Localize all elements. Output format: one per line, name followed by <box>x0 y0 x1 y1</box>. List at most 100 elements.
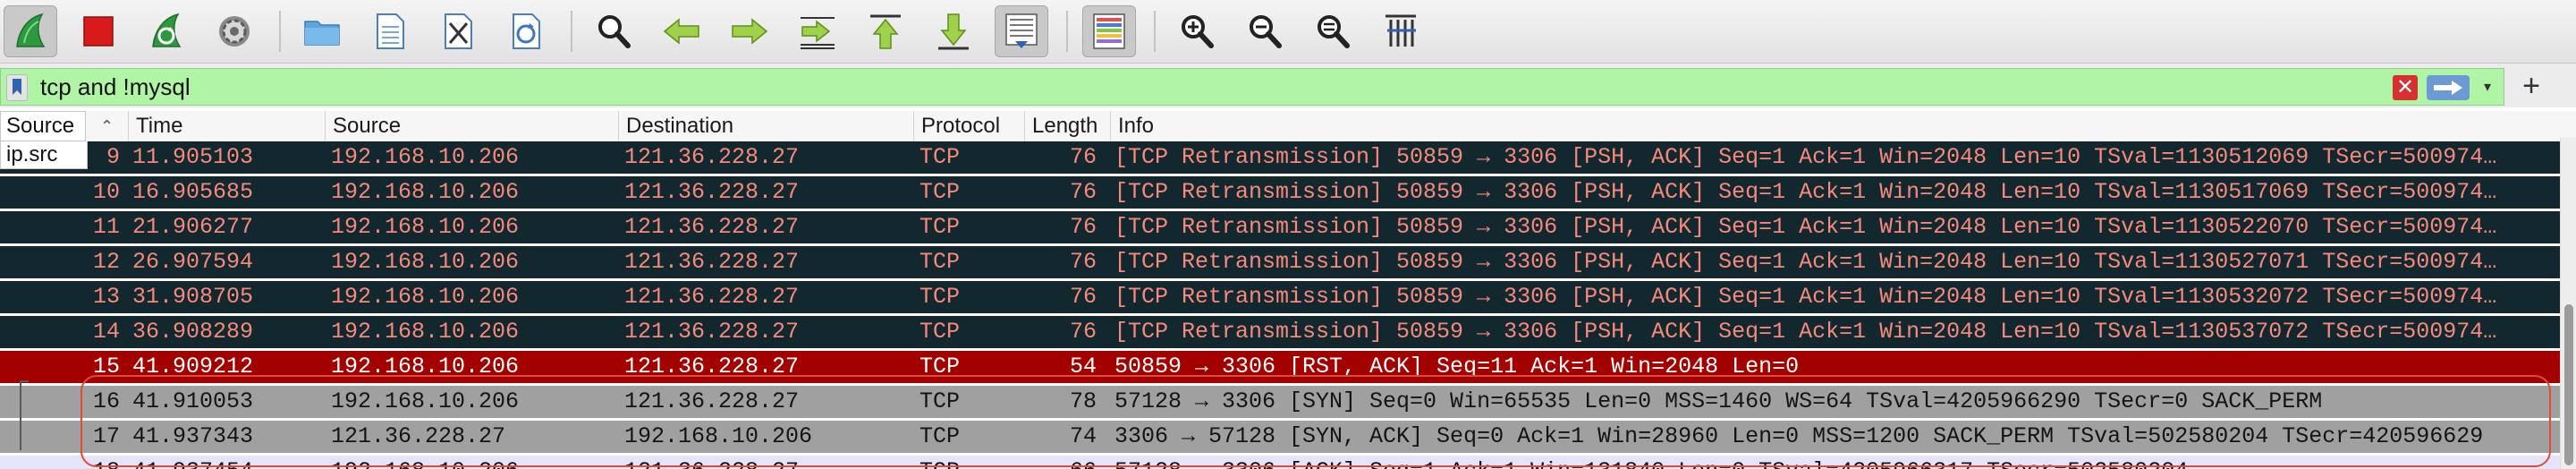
close-file-button[interactable] <box>431 5 485 57</box>
packet-source: 121.36.228.27 <box>331 423 506 449</box>
packet-list: ⌃ Time Source Destination Protocol Lengt… <box>0 107 2576 469</box>
packet-protocol: TCP <box>919 354 961 379</box>
source-tooltip-label: Source <box>6 114 75 138</box>
packet-number: 12 <box>92 249 120 275</box>
packet-protocol: TCP <box>919 214 961 240</box>
save-file-button[interactable] <box>363 5 417 57</box>
find-packet-icon <box>598 15 631 48</box>
close-file-icon <box>445 13 472 49</box>
packet-info: 50859 → 3306 [RST, ACK] Seq=11 Ack=1 Win… <box>1114 354 1800 379</box>
zoom-out-button[interactable] <box>1238 5 1292 57</box>
packet-time: 11.905103 <box>132 144 254 170</box>
packet-source: 192.168.10.206 <box>331 144 520 170</box>
toolbar-separator <box>279 11 281 52</box>
packet-destination: 121.36.228.27 <box>624 179 800 205</box>
packet-list-scrollbar[interactable] <box>2560 138 2576 469</box>
add-filter-button-icon[interactable]: + <box>2513 68 2549 106</box>
column-header-destination[interactable]: Destination <box>619 111 914 141</box>
reload-file-button[interactable] <box>499 5 553 57</box>
capture-options-button[interactable] <box>208 5 261 57</box>
column-header-length[interactable]: Length <box>1025 111 1111 141</box>
go-back-button[interactable] <box>655 5 708 57</box>
packet-row[interactable]: 16 41.910053 192.168.10.206 121.36.228.27 TC… <box>0 386 2560 418</box>
packet-row[interactable]: 18 41.937454 192.168.10.206 121.36.228.27 TC… <box>0 456 2560 469</box>
packet-source: 192.168.10.206 <box>331 354 520 379</box>
packet-destination: 121.36.228.27 <box>624 388 800 414</box>
open-file-button[interactable] <box>295 5 349 57</box>
packet-row[interactable]: 17 41.937343 121.36.228.27 192.168.10.206 TC… <box>0 421 2560 453</box>
packet-row[interactable]: 12 26.907594 192.168.10.206 121.36.228.27 TC… <box>0 246 2560 278</box>
packet-row[interactable]: 11 21.906277 192.168.10.206 121.36.228.27 TC… <box>0 211 2560 243</box>
packet-row[interactable]: 10 16.905685 192.168.10.206 121.36.228.27 TC… <box>0 176 2560 209</box>
resize-columns-button[interactable] <box>1374 5 1428 57</box>
packet-time: 21.906277 <box>132 214 254 240</box>
filter-history-dropdown-icon[interactable]: ▾ <box>2479 76 2496 99</box>
packet-protocol: TCP <box>919 319 961 345</box>
bookmark-icon[interactable] <box>6 74 28 101</box>
packet-number: 18 <box>54 456 120 469</box>
open-file-icon <box>304 21 340 46</box>
packet-length: 78 <box>1069 388 1097 414</box>
packet-row[interactable]: 15 41.909212 192.168.10.206 121.36.228.27 TC… <box>0 351 2560 383</box>
auto-scroll-button[interactable] <box>995 5 1048 57</box>
toolbar-separator <box>1066 11 1068 52</box>
scrollbar-thumb[interactable] <box>2564 304 2573 465</box>
resize-columns-icon <box>1385 14 1416 47</box>
column-header-source[interactable]: Source <box>326 111 619 141</box>
go-to-packet-icon <box>801 17 835 49</box>
packet-row[interactable]: 9 11.905103 192.168.10.206 121.36.228.27 TCP… <box>0 141 2560 174</box>
clear-filter-icon[interactable]: ✕ <box>2393 75 2418 100</box>
colorize-button[interactable] <box>1082 5 1136 57</box>
column-header-protocol[interactable]: Protocol <box>914 111 1025 141</box>
go-last-packet-icon <box>938 13 969 50</box>
packet-length: 76 <box>1069 319 1097 345</box>
stop-capture-button[interactable] <box>72 5 125 57</box>
display-filter-box[interactable]: tcp and !mysql ✕ ▾ <box>0 68 2504 106</box>
packet-info: [TCP Retransmission] 50859 → 3306 [PSH, … <box>1114 144 2497 170</box>
go-first-packet-button[interactable] <box>859 5 912 57</box>
find-packet-button[interactable] <box>587 5 640 57</box>
apply-filter-icon[interactable] <box>2427 75 2470 100</box>
packet-protocol: TCP <box>919 456 960 469</box>
source-column-tooltip: Source <box>0 111 86 141</box>
zoom-in-button[interactable] <box>1170 5 1224 57</box>
go-back-icon <box>663 18 699 45</box>
restart-capture-button[interactable] <box>140 5 193 57</box>
packet-source: 192.168.10.206 <box>331 456 519 469</box>
packet-destination: 121.36.228.27 <box>624 284 800 310</box>
normal-size-button[interactable] <box>1306 5 1360 57</box>
packet-info: [TCP Retransmission] 50859 → 3306 [PSH, … <box>1114 284 2497 310</box>
packet-destination: 121.36.228.27 <box>624 456 799 469</box>
packet-source: 192.168.10.206 <box>331 179 520 205</box>
packet-time: 36.908289 <box>132 319 254 345</box>
column-header-info[interactable]: Info <box>1111 111 2560 141</box>
packet-protocol: TCP <box>919 284 961 310</box>
go-to-packet-button[interactable] <box>791 5 844 57</box>
reload-file-icon <box>513 13 540 49</box>
zoom-out-icon <box>1250 15 1282 48</box>
packet-info: 57128 → 3306 [SYN] Seq=0 Win=65535 Len=0… <box>1114 388 2323 414</box>
column-header-time[interactable]: Time <box>129 111 326 141</box>
packet-destination: 121.36.228.27 <box>624 214 800 240</box>
go-forward-icon <box>732 18 768 45</box>
packet-row[interactable]: 13 31.908705 192.168.10.206 121.36.228.27 TC… <box>0 281 2560 313</box>
display-filter-input[interactable]: tcp and !mysql <box>40 69 191 105</box>
sort-ascending-icon: ⌃ <box>100 117 114 135</box>
packet-destination: 121.36.228.27 <box>624 249 800 275</box>
source-field-popup: ip.src <box>0 141 88 169</box>
packet-number: 17 <box>92 423 120 449</box>
packet-info: [TCP Retransmission] 50859 → 3306 [PSH, … <box>1114 179 2497 205</box>
packet-row[interactable]: 14 36.908289 192.168.10.206 121.36.228.27 TC… <box>0 316 2560 348</box>
packet-info: [TCP Retransmission] 50859 → 3306 [PSH, … <box>1114 319 2497 345</box>
packet-number: 16 <box>92 388 120 414</box>
packet-source: 192.168.10.206 <box>331 214 520 240</box>
packet-protocol: TCP <box>919 249 961 275</box>
packet-time: 41.937343 <box>132 423 254 449</box>
packet-time: 31.908705 <box>132 284 254 310</box>
go-last-packet-button[interactable] <box>927 5 980 57</box>
go-forward-button[interactable] <box>723 5 776 57</box>
start-capture-button[interactable] <box>4 5 57 57</box>
packet-length: 76 <box>1069 214 1097 240</box>
packet-protocol: TCP <box>919 144 961 170</box>
conversation-bracket <box>20 380 29 450</box>
